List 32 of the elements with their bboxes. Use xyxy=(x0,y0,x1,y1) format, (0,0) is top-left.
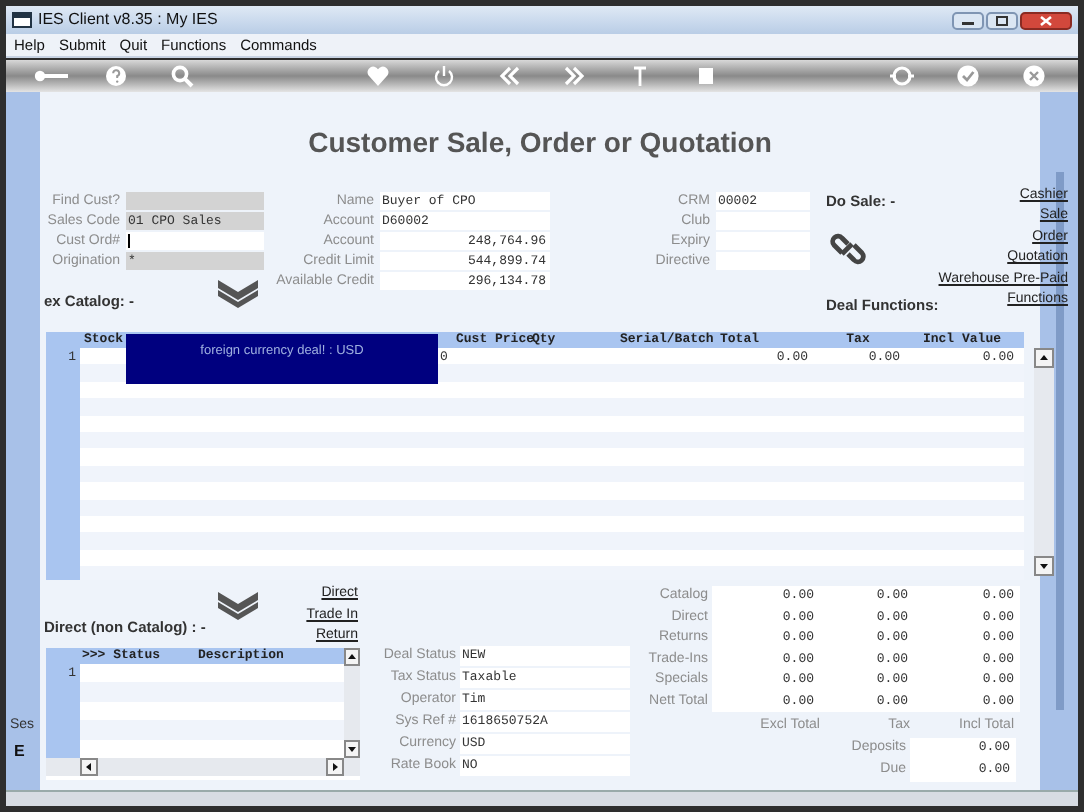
scroll-left-button[interactable] xyxy=(80,758,98,776)
scroll-up-button[interactable] xyxy=(1034,348,1054,368)
check-icon[interactable] xyxy=(955,64,980,88)
power-icon[interactable] xyxy=(431,64,456,88)
scroll-down-button[interactable] xyxy=(344,740,360,758)
scroll-down-button[interactable] xyxy=(1034,556,1054,576)
search-icon[interactable] xyxy=(169,64,194,88)
scroll-up-button[interactable] xyxy=(344,648,360,666)
double-chevron-down-icon[interactable] xyxy=(216,278,260,308)
close-button[interactable] xyxy=(1020,11,1072,29)
scrollbar[interactable] xyxy=(1034,348,1054,576)
close-icon[interactable] xyxy=(1021,64,1046,88)
input-field[interactable] xyxy=(126,192,264,210)
double-right-arrow-icon[interactable] xyxy=(562,64,587,88)
double-left-arrow-icon[interactable] xyxy=(497,64,522,88)
scrollbar[interactable] xyxy=(344,648,360,758)
input-field[interactable] xyxy=(126,232,264,250)
scrollbar[interactable] xyxy=(46,758,360,776)
help-icon[interactable] xyxy=(104,64,129,88)
text-cursor xyxy=(128,233,130,248)
circle-arrows-icon[interactable] xyxy=(890,64,915,88)
scroll-right-button[interactable] xyxy=(326,758,344,776)
heart-icon[interactable] xyxy=(366,64,391,88)
page-title: Customer Sale, Order or Quotation xyxy=(306,124,774,162)
square-icon[interactable] xyxy=(693,64,718,88)
side-text: E xyxy=(12,742,27,762)
app-icon xyxy=(12,12,32,28)
chain-link-icon[interactable] xyxy=(830,232,866,266)
double-chevron-down-icon[interactable] xyxy=(216,590,260,620)
maximize-button[interactable] xyxy=(986,11,1018,29)
minimize-button[interactable] xyxy=(952,11,984,29)
window-title: IES Client v8.35 : My IES xyxy=(38,10,218,30)
